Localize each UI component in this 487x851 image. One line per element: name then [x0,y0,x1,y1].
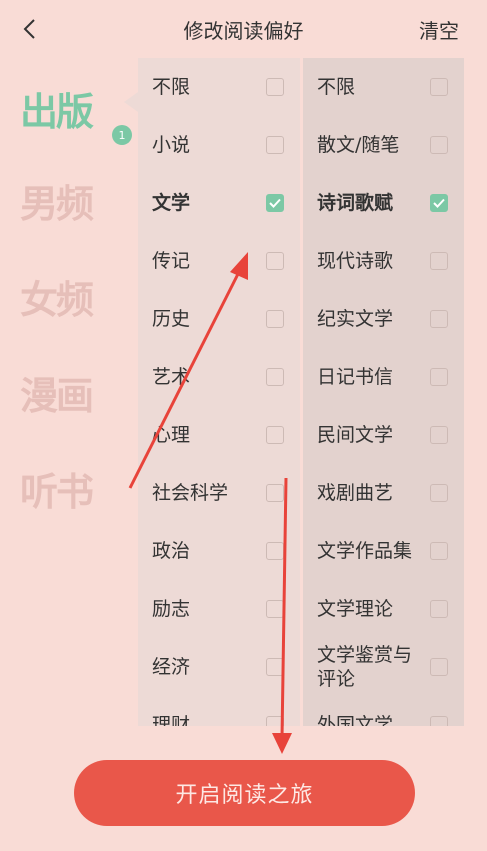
right-category-row[interactable]: 文学鉴赏与评论 [303,638,464,696]
category-label: 外国文学 [317,714,394,726]
sidebar-item-label: 女频 [20,276,94,322]
left-category-row[interactable]: 励志 [138,580,300,638]
category-label: 文学鉴赏与评论 [317,644,413,690]
right-category-row[interactable]: 民间文学 [303,406,464,464]
category-label: 文学理论 [317,598,394,620]
right-category-row[interactable]: 现代诗歌 [303,232,464,290]
check-icon [269,198,281,208]
right-category-column: 不限散文/随笔诗词歌赋现代诗歌纪实文学日记书信民间文学戏剧曲艺文学作品集文学理论… [303,58,464,726]
sidebar-item-publishing[interactable]: 出版 1 [20,73,132,145]
left-category-row[interactable]: 社会科学 [138,464,300,522]
category-label: 社会科学 [152,482,229,504]
category-label: 诗词歌赋 [317,192,394,214]
left-category-row[interactable]: 小说 [138,116,300,174]
category-checkbox[interactable] [430,368,448,386]
category-checkbox[interactable] [266,658,284,676]
category-label: 理财 [152,714,191,726]
header: 修改阅读偏好 清空 [0,0,487,58]
clear-button[interactable]: 清空 [419,15,459,44]
category-checkbox[interactable] [266,136,284,154]
left-category-row[interactable]: 心理 [138,406,300,464]
category-label: 心理 [152,424,191,446]
category-checkbox[interactable] [430,194,448,212]
category-label: 历史 [152,308,191,330]
left-category-row[interactable]: 历史 [138,290,300,348]
sidebar-item-audio[interactable]: 听书 [20,453,120,523]
check-icon [433,198,445,208]
category-label: 不限 [317,76,356,98]
left-category-row[interactable]: 文学 [138,174,300,232]
sidebar-item-comics[interactable]: 漫画 [20,357,120,427]
category-checkbox[interactable] [430,484,448,502]
sidebar-item-female[interactable]: 女频 [20,261,120,331]
category-checkbox[interactable] [266,310,284,328]
category-label: 励志 [152,598,191,620]
left-category-row[interactable]: 经济 [138,638,300,696]
left-category-row[interactable]: 政治 [138,522,300,580]
sidebar-item-label: 男频 [20,180,94,226]
category-checkbox[interactable] [266,194,284,212]
sidebar-item-label: 漫画 [20,372,94,418]
right-category-row[interactable]: 散文/随笔 [303,116,464,174]
right-category-row[interactable]: 不限 [303,58,464,116]
category-label: 民间文学 [317,424,394,446]
selection-count-badge: 1 [112,125,132,145]
category-checkbox[interactable] [430,716,448,726]
left-category-row[interactable]: 理财 [138,696,300,726]
right-category-row[interactable]: 戏剧曲艺 [303,464,464,522]
start-reading-button[interactable]: 开启阅读之旅 [74,760,415,826]
category-checkbox[interactable] [266,484,284,502]
category-checkbox[interactable] [266,716,284,726]
left-category-row[interactable]: 艺术 [138,348,300,406]
category-checkbox[interactable] [430,658,448,676]
page-title: 修改阅读偏好 [183,19,304,43]
category-label: 现代诗歌 [317,250,394,272]
category-checkbox[interactable] [266,542,284,560]
right-category-row[interactable]: 外国文学 [303,696,464,726]
category-checkbox[interactable] [266,600,284,618]
category-checkbox[interactable] [430,136,448,154]
category-checkbox[interactable] [266,368,284,386]
left-category-row[interactable]: 传记 [138,232,300,290]
category-label: 传记 [152,250,191,272]
category-checkbox[interactable] [430,542,448,560]
category-label: 戏剧曲艺 [317,482,394,504]
category-label: 文学 [152,192,191,214]
left-category-row[interactable]: 不限 [138,58,300,116]
category-label: 纪实文学 [317,308,394,330]
category-label: 艺术 [152,366,191,388]
category-label: 散文/随笔 [317,134,400,156]
category-label: 不限 [152,76,191,98]
right-category-row[interactable]: 文学作品集 [303,522,464,580]
right-category-row[interactable]: 日记书信 [303,348,464,406]
category-checkbox[interactable] [430,426,448,444]
category-label: 小说 [152,134,191,156]
category-checkbox[interactable] [266,426,284,444]
sidebar-item-label: 出版 [20,88,94,134]
category-label: 政治 [152,540,191,562]
left-category-column: 不限小说文学传记历史艺术心理社会科学政治励志经济理财 [138,58,300,726]
category-checkbox[interactable] [430,78,448,96]
category-label: 日记书信 [317,366,394,388]
category-checkbox[interactable] [430,252,448,270]
category-checkbox[interactable] [266,252,284,270]
category-sidebar: 出版 1 男频 女频 漫画 听书 [0,58,138,748]
category-label: 经济 [152,656,191,678]
category-checkbox[interactable] [266,78,284,96]
active-pointer [124,92,138,112]
right-category-row[interactable]: 文学理论 [303,580,464,638]
category-checkbox[interactable] [430,310,448,328]
right-category-row[interactable]: 诗词歌赋 [303,174,464,232]
category-label: 文学作品集 [317,540,413,562]
sidebar-item-male[interactable]: 男频 [20,165,120,235]
category-checkbox[interactable] [430,600,448,618]
right-category-row[interactable]: 纪实文学 [303,290,464,348]
sidebar-item-label: 听书 [20,468,94,514]
